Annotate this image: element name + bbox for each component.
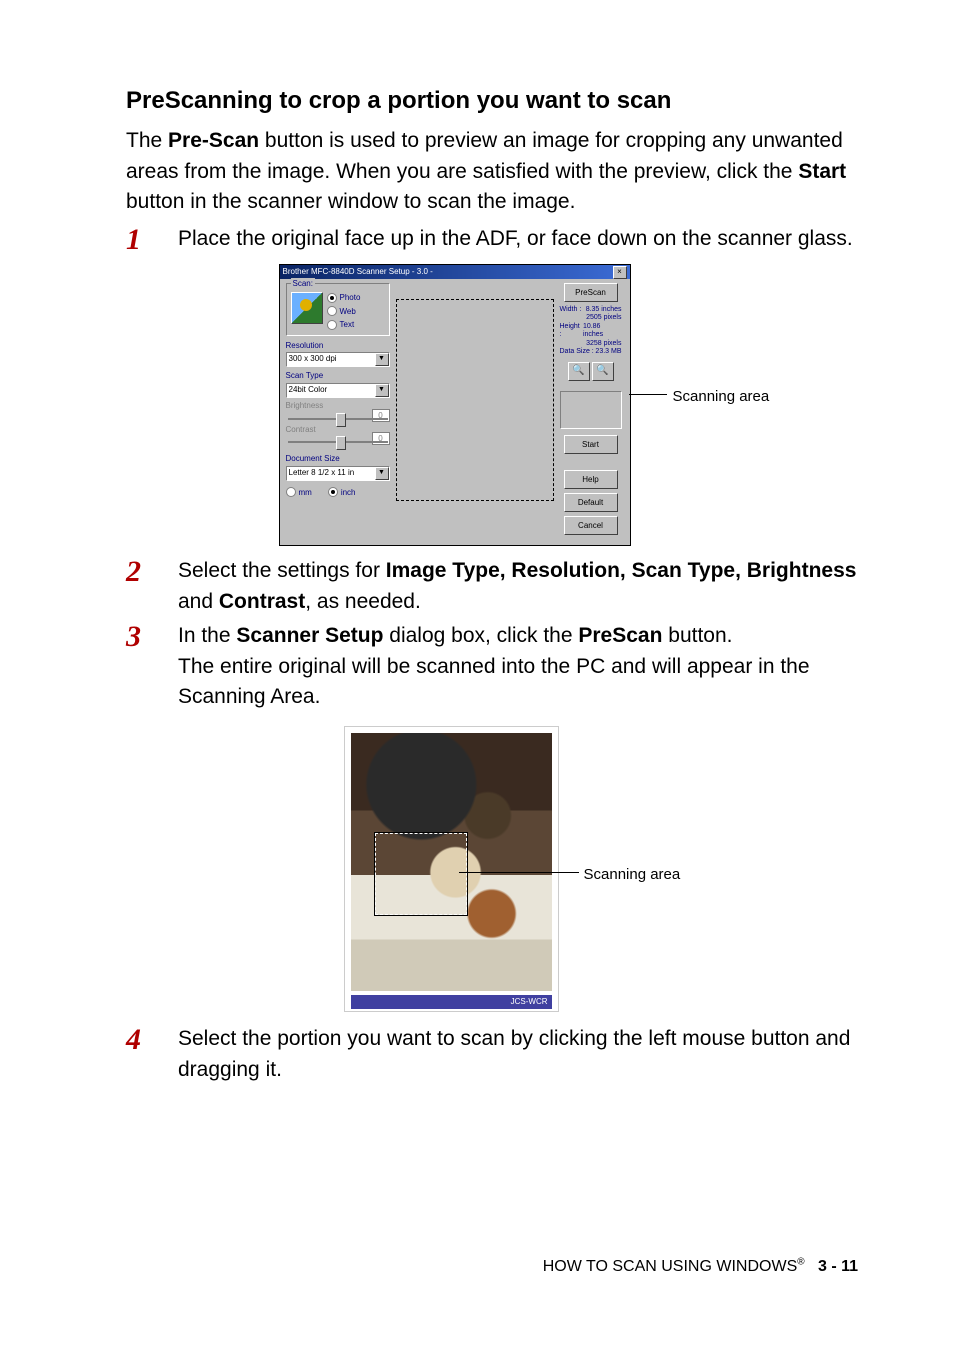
radio-text-label: Text (340, 319, 355, 331)
step-2-text: Select the settings for (178, 559, 386, 582)
step-2-bold: Image Type, Resolution, Scan Type, Brigh… (386, 559, 857, 582)
height-value: 10.86 inches (583, 323, 622, 340)
chevron-down-icon[interactable]: ▼ (375, 384, 389, 397)
step-2-text: and (178, 590, 219, 613)
help-button[interactable]: Help (564, 470, 618, 489)
radio-photo[interactable] (327, 293, 337, 303)
slider-handle[interactable] (336, 413, 346, 427)
resolution-select[interactable]: 300 x 300 dpi ▼ (286, 352, 390, 367)
contrast-slider[interactable] (288, 441, 388, 443)
step-number: 2 (126, 550, 141, 594)
step-3-bold: PreScan (578, 624, 662, 647)
thumbnail-preview (560, 391, 622, 429)
step-1-text: Place the original face up in the ADF, o… (178, 227, 853, 250)
scan-info: Width : 8.35 inches 2505 pixels Height :1… (560, 306, 622, 356)
intro-text: button in the scanner window to scan the… (126, 190, 575, 213)
datasize-label: Data Size : (560, 348, 594, 356)
step-2-text: , as needed. (305, 590, 421, 613)
section-heading: PreScanning to crop a portion you want t… (126, 85, 859, 116)
callout-scanning-area: Scanning area (673, 386, 770, 408)
width-px: 2505 pixels (586, 314, 621, 322)
radio-text[interactable] (327, 320, 337, 330)
radio-photo-label: Photo (340, 292, 361, 304)
step-number: 3 (126, 615, 141, 659)
step-3-text: dialog box, click the (383, 624, 578, 647)
step-4: 4 Select the portion you want to scan by… (126, 1024, 859, 1085)
cancel-button[interactable]: Cancel (564, 516, 618, 535)
docsize-select[interactable]: Letter 8 1/2 x 11 in ▼ (286, 466, 390, 481)
height-px: 3258 pixels (586, 340, 621, 348)
scanner-setup-dialog: Brother MFC-8840D Scanner Setup - 3.0 - … (279, 264, 631, 546)
slider-handle[interactable] (336, 436, 346, 450)
scanned-photo: JCS-WCR (344, 726, 559, 1012)
step-3-line2: The entire original will be scanned into… (178, 655, 810, 708)
docsize-value: Letter 8 1/2 x 11 in (289, 468, 355, 477)
callout-line (459, 872, 579, 873)
close-icon[interactable]: × (613, 266, 627, 279)
brightness-slider[interactable] (288, 418, 388, 420)
callout-line (629, 394, 667, 395)
page-footer: HOW TO SCAN USING WINDOWS® 3 - 11 (543, 1255, 858, 1278)
footer-text: HOW TO SCAN USING WINDOWS (543, 1258, 798, 1275)
intro-paragraph: The Pre-Scan button is used to preview a… (126, 126, 859, 217)
default-button[interactable]: Default (564, 493, 618, 512)
step-4-text: Select the portion you want to scan by c… (178, 1027, 850, 1080)
radio-mm-label: mm (299, 487, 312, 499)
dialog-titlebar: Brother MFC-8840D Scanner Setup - 3.0 - … (280, 265, 630, 279)
zoom-out-icon[interactable]: 🔍 (592, 362, 614, 381)
step-3: 3 In the Scanner Setup dialog box, click… (126, 621, 859, 1012)
resolution-label: Resolution (286, 340, 390, 352)
width-value: 8.35 inches (586, 306, 622, 314)
dialog-title: Brother MFC-8840D Scanner Setup - 3.0 - (283, 265, 433, 279)
datasize-value: 23.3 MB (595, 348, 621, 356)
radio-web[interactable] (327, 306, 337, 316)
contrast-value: 0 (372, 432, 390, 445)
start-button[interactable]: Start (564, 435, 618, 454)
brightness-value: 0 (372, 409, 390, 422)
step-2-bold: Contrast (219, 590, 305, 613)
width-label: Width : (560, 306, 582, 314)
height-label: Height : (560, 323, 583, 340)
intro-bold-start: Start (798, 160, 846, 183)
step-1: 1 Place the original face up in the ADF,… (126, 224, 859, 547)
selection-rectangle[interactable] (375, 833, 467, 915)
resolution-value: 300 x 300 dpi (289, 354, 337, 363)
scantype-select[interactable]: 24bit Color ▼ (286, 383, 390, 398)
radio-mm[interactable] (286, 487, 296, 497)
preview-area[interactable] (396, 299, 554, 501)
radio-inch-label: inch (341, 487, 356, 499)
scan-group: Scan: Photo Web Text (286, 283, 390, 336)
registered-icon: ® (797, 1256, 804, 1267)
step-number: 1 (126, 218, 141, 262)
page-number: 3 - 11 (818, 1258, 858, 1275)
step-3-text: button. (662, 624, 732, 647)
callout-scanning-area-2: Scanning area (584, 864, 681, 886)
docsize-label: Document Size (286, 453, 390, 465)
zoom-in-icon[interactable]: 🔍 (568, 362, 590, 381)
chevron-down-icon[interactable]: ▼ (375, 467, 389, 480)
scan-thumbnail (291, 292, 323, 324)
scantype-label: Scan Type (286, 370, 390, 382)
radio-web-label: Web (340, 306, 356, 318)
step-2: 2 Select the settings for Image Type, Re… (126, 556, 859, 617)
scantype-value: 24bit Color (289, 385, 328, 394)
prescan-button[interactable]: PreScan (564, 283, 618, 302)
intro-bold-prescan: Pre-Scan (168, 129, 259, 152)
intro-text: The (126, 129, 168, 152)
step-3-bold: Scanner Setup (236, 624, 383, 647)
scan-group-label: Scan: (291, 278, 315, 290)
step-3-text: In the (178, 624, 236, 647)
step-number: 4 (126, 1018, 141, 1062)
photo-caption: JCS-WCR (351, 995, 552, 1009)
chevron-down-icon[interactable]: ▼ (375, 353, 389, 366)
radio-inch[interactable] (328, 487, 338, 497)
